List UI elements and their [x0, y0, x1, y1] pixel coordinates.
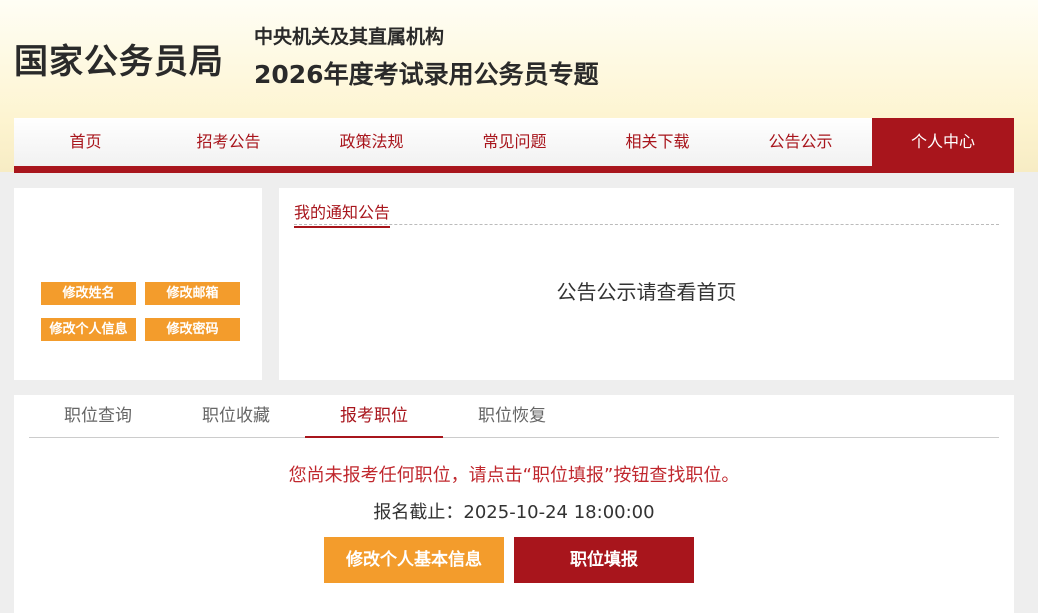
edit-email-button[interactable]: 修改邮箱 [145, 282, 240, 305]
tab-position-restore[interactable]: 职位恢复 [443, 395, 581, 438]
nav-item-policies[interactable]: 政策法规 [300, 118, 443, 166]
edit-name-button[interactable]: 修改姓名 [41, 282, 136, 305]
tab-position-search[interactable]: 职位查询 [29, 395, 167, 438]
tab-position-favorites[interactable]: 职位收藏 [167, 395, 305, 438]
profile-panel: 修改姓名 修改邮箱 修改个人信息 修改密码 [14, 188, 262, 380]
nav-item-personal-center[interactable]: 个人中心 [872, 118, 1014, 166]
nav-underline-bar [14, 166, 1014, 173]
nav-item-announcements[interactable]: 招考公告 [157, 118, 300, 166]
position-fill-button[interactable]: 职位填报 [514, 537, 694, 583]
notice-panel: 我的通知公告 公告公示请查看首页 [279, 188, 1014, 380]
notice-message: 公告公示请查看首页 [556, 280, 737, 304]
header-subtitle: 中央机关及其直属机构 [254, 26, 445, 48]
main-nav: 首页 招考公告 政策法规 常见问题 相关下载 公告公示 个人中心 [14, 118, 1014, 166]
header-title: 2026年度考试录用公务员专题 [254, 60, 599, 89]
positions-panel: 职位查询 职位收藏 报考职位 职位恢复 您尚未报考任何职位，请点击“职位填报”按… [14, 395, 1014, 613]
edit-basic-info-button[interactable]: 修改个人基本信息 [324, 537, 504, 583]
edit-password-button[interactable]: 修改密码 [145, 318, 240, 341]
edit-personal-info-button[interactable]: 修改个人信息 [41, 318, 136, 341]
site-logo[interactable]: 国家公务员局 [14, 34, 224, 83]
nav-item-downloads[interactable]: 相关下载 [586, 118, 729, 166]
positions-tabs: 职位查询 职位收藏 报考职位 职位恢复 [29, 395, 999, 438]
notice-divider [294, 224, 999, 225]
registration-deadline: 报名截止：2025-10-24 18:00:00 [373, 502, 655, 523]
nav-item-publicity[interactable]: 公告公示 [729, 118, 872, 166]
nav-item-home[interactable]: 首页 [14, 118, 157, 166]
nav-item-faq[interactable]: 常见问题 [443, 118, 586, 166]
no-application-warning: 您尚未报考任何职位，请点击“职位填报”按钮查找职位。 [288, 465, 740, 486]
tab-applied-positions[interactable]: 报考职位 [305, 395, 443, 438]
